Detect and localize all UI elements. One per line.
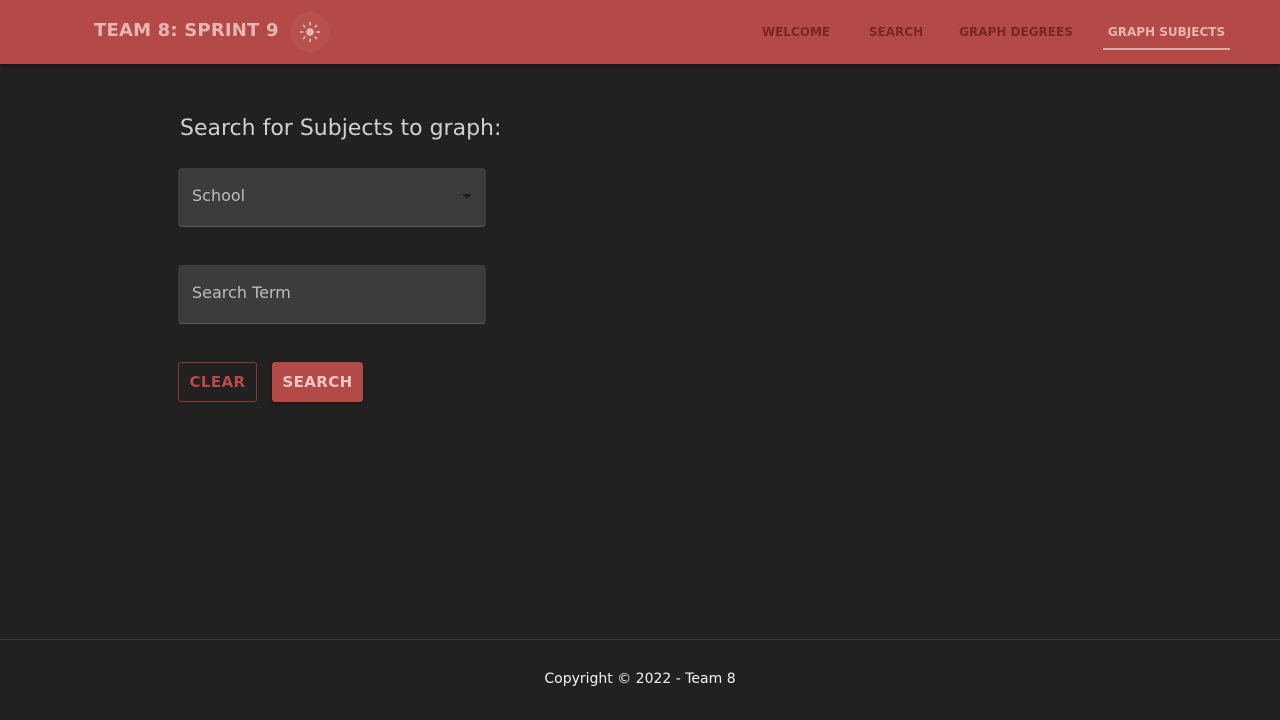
search-term-input[interactable]: Search Term [178, 265, 486, 324]
copyright-text: Copyright © 2022 - Team 8 [544, 671, 736, 687]
tab-welcome[interactable]: Welcome [758, 14, 834, 50]
app-title: TEAM 8: SPRINT 9 [94, 20, 279, 41]
school-select[interactable]: School [178, 168, 486, 227]
tab-graph-degrees[interactable]: Graph Degrees [956, 14, 1076, 50]
footer: Copyright © 2022 - Team 8 [0, 639, 1280, 720]
tab-search[interactable]: Search [862, 14, 930, 50]
tab-graph-subjects[interactable]: Graph Subjects [1103, 14, 1230, 50]
theme-toggle-button[interactable] [290, 12, 330, 52]
search-button[interactable]: Search [272, 362, 363, 402]
school-select-label: School [192, 186, 246, 205]
app-bar: TEAM 8: SPRINT 9 Welcome Search Graph De… [0, 0, 1280, 64]
clear-button[interactable]: Clear [178, 362, 257, 402]
sun-icon [299, 21, 321, 43]
search-term-label: Search Term [192, 283, 291, 302]
caret-down-icon [462, 194, 472, 199]
active-tab-indicator [1103, 48, 1230, 50]
page-title: Search for Subjects to graph: [180, 116, 502, 141]
